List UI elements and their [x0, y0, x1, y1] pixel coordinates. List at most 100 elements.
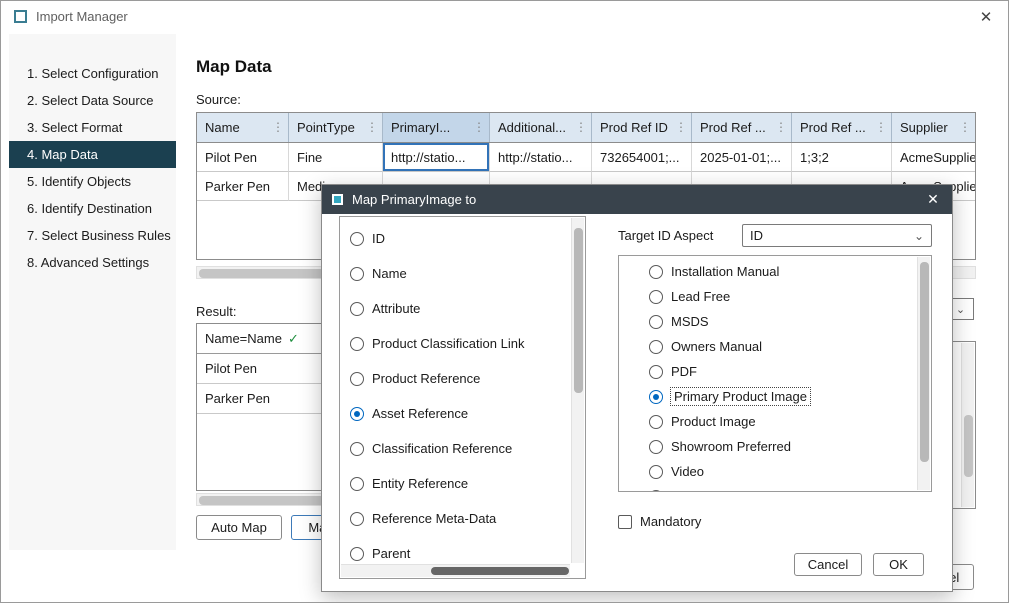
- column-header-prod-ref-2[interactable]: Prod Ref ...⋮: [692, 113, 792, 142]
- table-cell[interactable]: Pilot Pen: [197, 354, 323, 384]
- dialog-ok-button[interactable]: OK: [873, 553, 924, 576]
- column-header-label: Additional...: [498, 120, 566, 135]
- sort-icon[interactable]: ⋮: [775, 113, 787, 142]
- target-id-aspect-dropdown[interactable]: ID ⌄: [742, 224, 932, 247]
- option-product-reference[interactable]: Product Reference: [340, 361, 585, 396]
- radio-icon: [350, 512, 364, 526]
- sort-icon[interactable]: ⋮: [575, 113, 587, 142]
- dialog-cancel-button[interactable]: Cancel: [794, 553, 862, 576]
- option-label: MSDS: [671, 314, 709, 329]
- sort-icon[interactable]: ⋮: [959, 113, 971, 142]
- column-header-supplier[interactable]: Supplier ⋮: [892, 113, 975, 142]
- sidebar-item-select-business-rules[interactable]: 7. Select Business Rules: [9, 222, 176, 249]
- table-cell[interactable]: 732654001;...: [592, 143, 692, 172]
- radio-icon: [649, 465, 663, 479]
- option-label: Asset Reference: [372, 406, 468, 421]
- table-cell[interactable]: Pilot Pen: [197, 143, 289, 172]
- radio-icon: [350, 302, 364, 316]
- option-pdf[interactable]: PDF: [619, 359, 931, 384]
- option-water-sense[interactable]: Water Sense: [619, 484, 931, 492]
- mapping-type-list: ID Name Attribute Product Classification…: [339, 216, 586, 579]
- scrollbar-thumb[interactable]: [574, 228, 583, 393]
- table-cell[interactable]: Parker Pen: [197, 384, 323, 414]
- option-asset-reference[interactable]: Asset Reference: [340, 396, 585, 431]
- option-attribute[interactable]: Attribute: [340, 291, 585, 326]
- result-header-label: Name=Name: [205, 331, 282, 346]
- sidebar-item-identify-destination[interactable]: 6. Identify Destination: [9, 195, 176, 222]
- radio-icon: [350, 267, 364, 281]
- sidebar-item-label: 7. Select Business Rules: [27, 228, 171, 243]
- radio-icon: [350, 372, 364, 386]
- dialog-titlebar: Map PrimaryImage to ✕: [322, 185, 952, 214]
- sidebar-item-select-configuration[interactable]: 1. Select Configuration: [9, 60, 176, 87]
- table-cell-selected[interactable]: http://statio...: [383, 143, 490, 172]
- steps-sidebar: 1. Select Configuration 2. Select Data S…: [9, 34, 176, 550]
- sidebar-item-label: 4. Map Data: [27, 147, 98, 162]
- option-reference-meta-data[interactable]: Reference Meta-Data: [340, 501, 585, 536]
- window-close-button[interactable]: ✕: [964, 1, 1008, 33]
- sort-icon[interactable]: ⋮: [366, 113, 378, 142]
- sidebar-item-select-format[interactable]: 3. Select Format: [9, 114, 176, 141]
- table-cell[interactable]: Fine: [289, 143, 383, 172]
- dropdown-value: ID: [750, 228, 763, 243]
- vertical-scrollbar[interactable]: [917, 257, 930, 490]
- radio-icon: [649, 290, 663, 304]
- option-lead-free[interactable]: Lead Free: [619, 284, 931, 309]
- option-label: Owners Manual: [671, 339, 762, 354]
- sidebar-item-map-data[interactable]: 4. Map Data: [9, 141, 176, 168]
- column-header-label: Prod Ref ...: [800, 120, 866, 135]
- sidebar-item-select-data-source[interactable]: 2. Select Data Source: [9, 87, 176, 114]
- option-name[interactable]: Name: [340, 256, 585, 291]
- column-header-label: Supplier: [900, 120, 948, 135]
- option-video[interactable]: Video: [619, 459, 931, 484]
- vertical-scrollbar[interactable]: [961, 343, 974, 507]
- option-label: Classification Reference: [372, 441, 512, 456]
- option-product-classification-link[interactable]: Product Classification Link: [340, 326, 585, 361]
- dialog-close-button[interactable]: ✕: [914, 185, 952, 214]
- column-header-name[interactable]: Name⋮: [197, 113, 289, 142]
- option-entity-reference[interactable]: Entity Reference: [340, 466, 585, 501]
- option-product-image[interactable]: Product Image: [619, 409, 931, 434]
- import-manager-window: Import Manager ✕ 1. Select Configuration…: [0, 0, 1009, 603]
- column-header-prod-ref-3[interactable]: Prod Ref ... ⋮: [792, 113, 892, 142]
- option-owners-manual[interactable]: Owners Manual: [619, 334, 931, 359]
- sidebar-item-identify-objects[interactable]: 5. Identify Objects: [9, 168, 176, 195]
- horizontal-scrollbar[interactable]: [341, 564, 570, 577]
- table-cell[interactable]: 2025-01-01;...: [692, 143, 792, 172]
- option-installation-manual[interactable]: Installation Manual: [619, 259, 931, 284]
- sort-icon[interactable]: ⋮: [875, 113, 887, 142]
- source-label: Source:: [196, 92, 241, 107]
- sort-icon[interactable]: ⋮: [675, 113, 687, 142]
- scrollbar-thumb[interactable]: [431, 567, 569, 575]
- option-id[interactable]: ID: [340, 221, 585, 256]
- table-cell[interactable]: http://statio...: [490, 143, 592, 172]
- option-primary-product-image[interactable]: Primary Product Image: [619, 384, 931, 409]
- option-label: ID: [372, 231, 385, 246]
- auto-map-button[interactable]: Auto Map: [196, 515, 282, 540]
- sidebar-item-advanced-settings[interactable]: 8. Advanced Settings: [9, 249, 176, 276]
- map-primaryimage-dialog: Map PrimaryImage to ✕ ID Name Attribute …: [321, 184, 953, 592]
- sort-icon[interactable]: ⋮: [473, 113, 485, 142]
- scrollbar-thumb[interactable]: [920, 262, 929, 462]
- table-cell[interactable]: AcmeSupplier: [892, 143, 975, 172]
- sort-icon[interactable]: ⋮: [272, 113, 284, 142]
- mandatory-checkbox-row[interactable]: Mandatory: [618, 514, 701, 529]
- table-cell[interactable]: 1;3;2: [792, 143, 892, 172]
- result-column-header[interactable]: Name=Name✓: [197, 324, 323, 354]
- column-header-additionalimages[interactable]: Additional... ⋮: [490, 113, 592, 142]
- table-cell[interactable]: Parker Pen: [197, 172, 289, 201]
- scrollbar-thumb[interactable]: [964, 415, 973, 477]
- checkbox-icon[interactable]: [618, 515, 632, 529]
- option-showroom-preferred[interactable]: Showroom Preferred: [619, 434, 931, 459]
- option-label: Product Reference: [372, 371, 480, 386]
- column-header-primaryimage[interactable]: PrimaryI...⋮: [383, 113, 490, 142]
- vertical-scrollbar[interactable]: [571, 218, 584, 563]
- app-icon: [14, 10, 27, 23]
- option-classification-reference[interactable]: Classification Reference: [340, 431, 585, 466]
- column-header-prod-ref-id[interactable]: Prod Ref ID⋮: [592, 113, 692, 142]
- radio-icon: [649, 490, 663, 493]
- column-header-pointtype[interactable]: PointType⋮: [289, 113, 383, 142]
- sidebar-item-label: 2. Select Data Source: [27, 93, 153, 108]
- window-title: Import Manager: [36, 1, 128, 33]
- option-msds[interactable]: MSDS: [619, 309, 931, 334]
